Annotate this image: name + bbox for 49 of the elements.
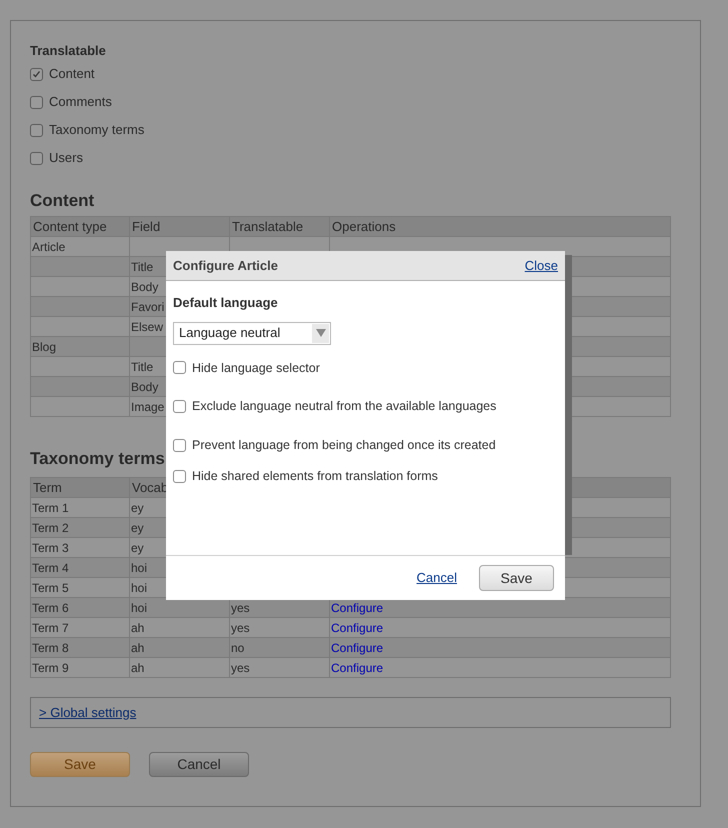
- column-header: Operations: [331, 218, 397, 236]
- table-cell: ah: [130, 638, 230, 657]
- table-cell: ah: [130, 618, 230, 637]
- table-cell: Blog: [31, 337, 130, 356]
- cancel-button[interactable]: Cancel: [149, 752, 249, 777]
- configure-link[interactable]: Configure: [331, 638, 384, 656]
- configure-link[interactable]: Configure: [331, 598, 384, 616]
- table-cell: no: [230, 638, 330, 657]
- check-icon: [32, 70, 41, 78]
- cancel-link[interactable]: Cancel: [416, 568, 457, 588]
- save-button[interactable]: Save: [479, 565, 554, 591]
- table-cell: Term 3: [31, 538, 130, 557]
- table-cell: ah: [130, 658, 230, 677]
- checkbox-label: Comments: [49, 93, 112, 112]
- column-header: Content type: [31, 217, 130, 236]
- table-cell: Term 9: [31, 658, 130, 677]
- checkbox[interactable]: [173, 438, 186, 452]
- checkbox[interactable]: [30, 124, 43, 136]
- language-select[interactable]: Language neutral: [173, 322, 331, 344]
- configure-link[interactable]: Configure: [331, 658, 384, 676]
- global-settings-link[interactable]: > Global settings: [39, 702, 136, 722]
- checkbox-label: Users: [49, 149, 83, 168]
- checkbox[interactable]: [173, 361, 186, 374]
- table-cell: Term 2: [31, 518, 130, 537]
- table-cell: yes: [230, 618, 330, 637]
- checkbox[interactable]: [173, 400, 186, 414]
- table-cell: yes: [230, 658, 330, 677]
- checkbox-label: Content: [49, 65, 95, 84]
- table-cell: Term 8: [31, 638, 130, 657]
- checkbox[interactable]: [30, 152, 43, 164]
- table-cell: Term 5: [31, 578, 130, 597]
- table-cell: Term 7: [31, 618, 130, 637]
- column-header: Term: [31, 478, 130, 497]
- table-cell: Article: [31, 237, 130, 256]
- checkbox[interactable]: [30, 68, 43, 80]
- table-cell: Term 4: [31, 558, 130, 577]
- configure-link[interactable]: Configure: [331, 618, 384, 636]
- table-cell: Term 1: [31, 498, 130, 517]
- close-link[interactable]: Close: [524, 256, 558, 276]
- save-button[interactable]: Save: [30, 752, 130, 777]
- checkbox[interactable]: [173, 470, 186, 483]
- column-header: Field: [130, 217, 230, 236]
- section-heading: Translatable: [30, 42, 107, 57]
- checkbox-label: Taxonomy terms: [49, 121, 144, 140]
- section-heading: Content: [30, 190, 96, 210]
- column-header: Translatable: [230, 217, 330, 236]
- table-cell: Term 6: [31, 598, 130, 617]
- checkbox[interactable]: [30, 96, 43, 108]
- checkbox-label: Prevent language from being changed once its created: [192, 437, 496, 454]
